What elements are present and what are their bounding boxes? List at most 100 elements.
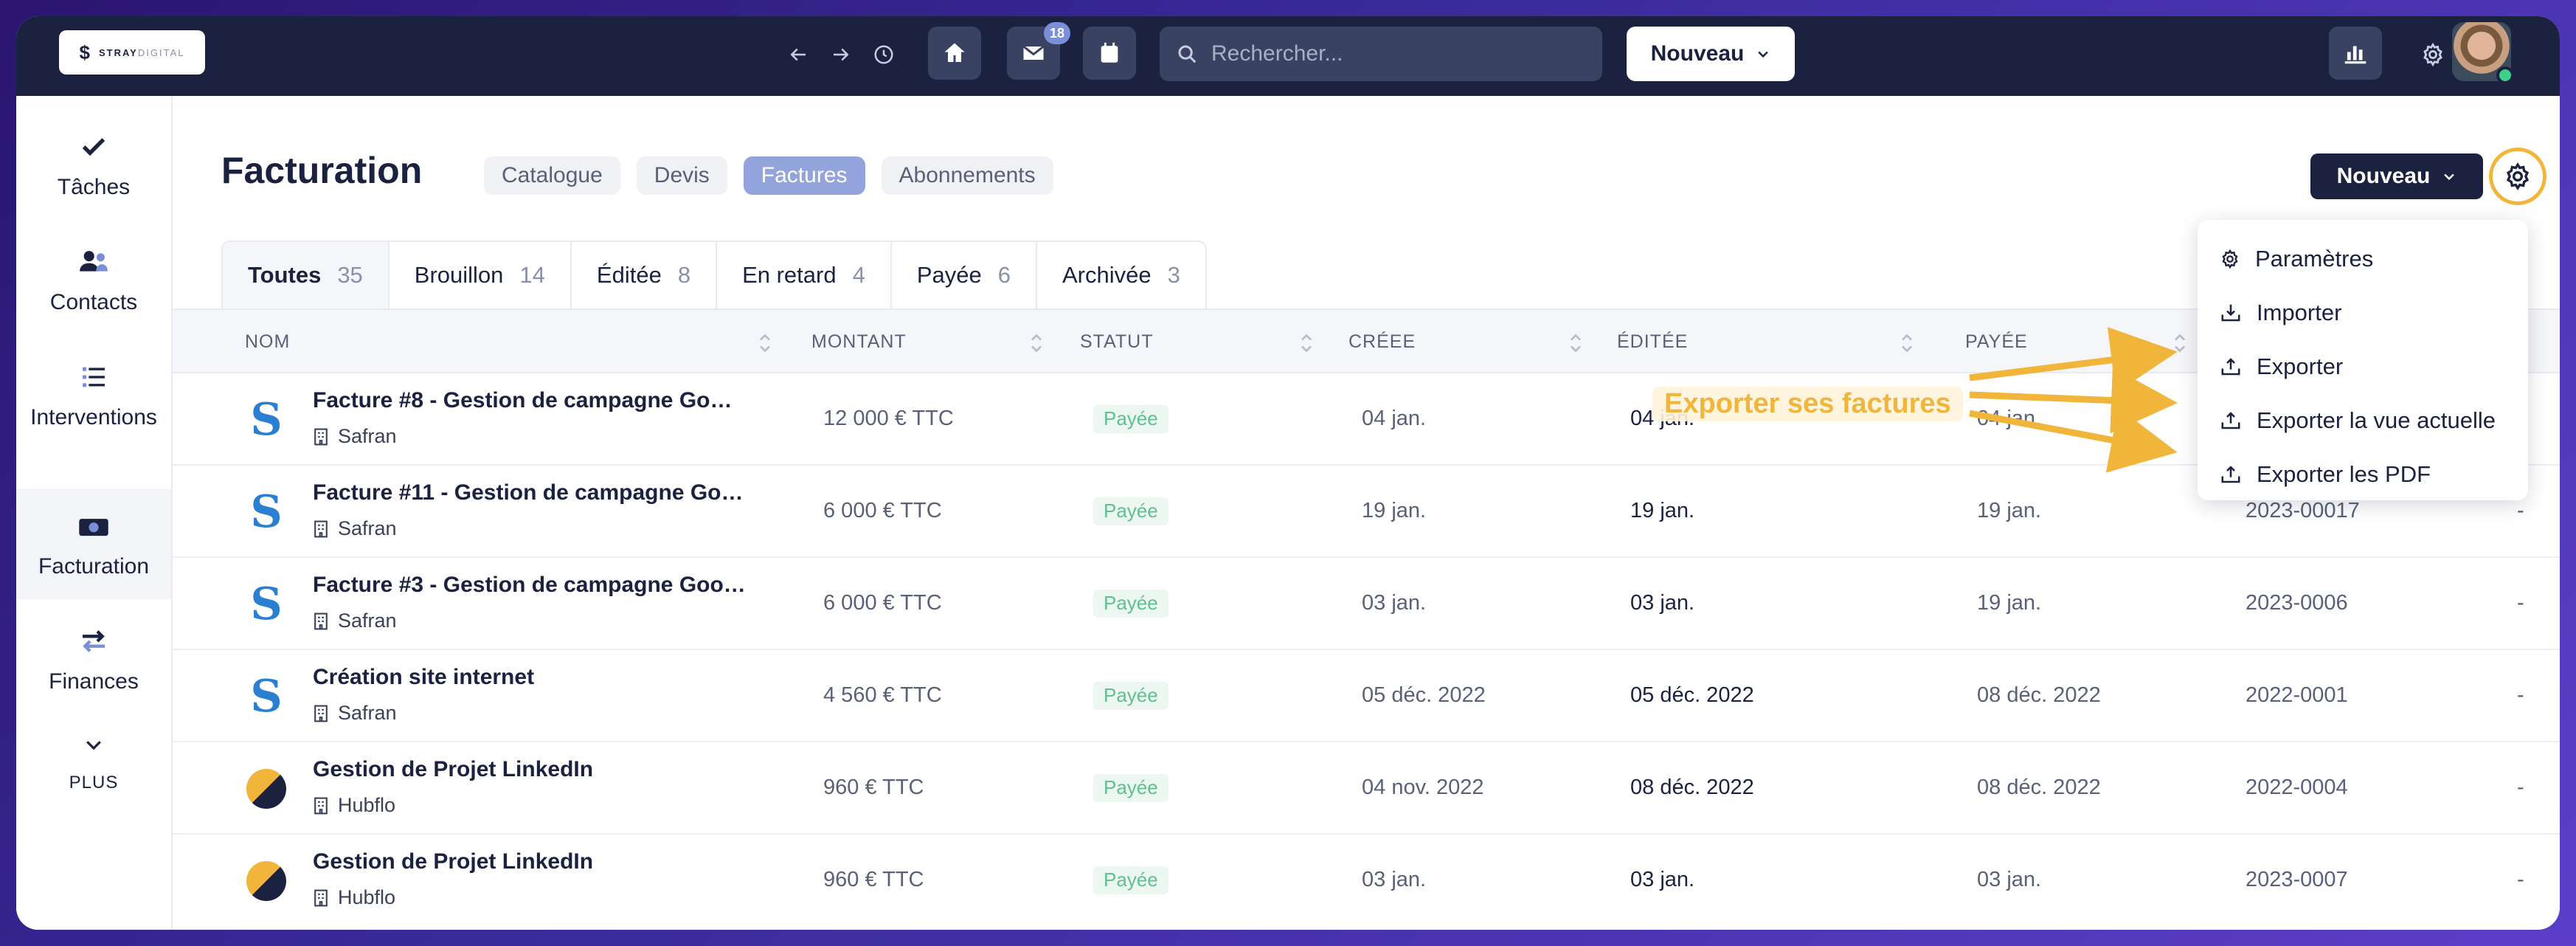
tab-catalogue[interactable]: Catalogue — [484, 156, 620, 195]
table-row[interactable]: S Création site internet Safran 4 560 € … — [173, 650, 2560, 742]
building-icon — [314, 520, 328, 537]
history-icon[interactable] — [868, 38, 900, 71]
table-row[interactable]: Gestion de Projet LinkedIn Hubflo 960 € … — [173, 835, 2560, 927]
export-icon — [2221, 411, 2240, 429]
sidebar-item-label: Interventions — [30, 405, 157, 429]
menu-item-exporter-pdf[interactable]: Exporter les PDF — [2198, 447, 2528, 501]
sidebar-item-contacts[interactable]: Contacts — [16, 224, 171, 335]
paid-cell: 19 jan. — [1977, 499, 2042, 522]
invoice-name[interactable]: Facture #3 - Gestion de campagne Goo… — [313, 573, 746, 598]
filter-editee[interactable]: Éditée 8 — [571, 242, 718, 308]
sort-icon[interactable] — [1030, 332, 1043, 354]
filter-label: Archivée — [1062, 262, 1152, 288]
sort-icon[interactable] — [758, 332, 772, 354]
building-icon — [314, 612, 328, 629]
tab-abonnements[interactable]: Abonnements — [881, 156, 1053, 195]
forward-arrow-icon[interactable] — [825, 38, 857, 71]
filter-archivee[interactable]: Archivée 3 — [1036, 242, 1205, 308]
paid-cell: 08 déc. 2022 — [1977, 776, 2101, 799]
sidebar-item-interventions[interactable]: Interventions — [16, 339, 171, 450]
extra-cell: - — [2517, 683, 2524, 707]
sidebar: Tâches Contacts Interventions Facturatio… — [16, 96, 173, 930]
sort-icon[interactable] — [1900, 332, 1914, 354]
column-header-montant[interactable]: MONTANT — [811, 310, 907, 373]
amount-cell: 6 000 € TTC — [823, 499, 942, 522]
column-header-creee[interactable]: CRÉEE — [1348, 310, 1416, 373]
invoice-name[interactable]: Création site internet — [313, 665, 534, 690]
client-logo: S — [246, 671, 286, 722]
created-cell: 04 jan. — [1362, 407, 1427, 430]
invoice-name[interactable]: Gestion de Projet LinkedIn — [313, 757, 593, 782]
logo-text: STRAYDIGITAL — [98, 46, 185, 58]
sort-icon[interactable] — [1300, 332, 1313, 354]
messages-button[interactable]: 18 — [1007, 22, 1070, 80]
column-header-statut[interactable]: STATUT — [1080, 310, 1154, 373]
chevron-down-icon — [1758, 51, 1769, 58]
paid-cell: 19 jan. — [1977, 591, 2042, 615]
paid-cell: 04 jan. — [1977, 407, 2042, 430]
reference-cell: 2023-0006 — [2246, 591, 2348, 615]
extra-cell: - — [2517, 776, 2524, 799]
menu-item-exporter-vue[interactable]: Exporter la vue actuelle — [2198, 393, 2528, 447]
sidebar-item-label: Tâches — [57, 175, 131, 199]
chevron-down-icon — [2444, 173, 2455, 181]
table-row[interactable]: Gestion de Projet LinkedIn Hubflo 960 € … — [173, 742, 2560, 835]
client-logo — [246, 769, 286, 809]
sidebar-item-plus[interactable]: PLUS — [16, 708, 171, 812]
tab-devis[interactable]: Devis — [636, 156, 727, 195]
user-avatar[interactable] — [2452, 22, 2514, 84]
building-icon — [314, 797, 328, 814]
list-icon — [76, 359, 111, 395]
client-name: Hubflo — [313, 886, 395, 909]
gear-icon[interactable] — [2417, 38, 2449, 71]
filter-brouillon[interactable]: Brouillon 14 — [389, 242, 572, 308]
invoice-icon — [76, 508, 111, 544]
stats-icon — [2344, 46, 2366, 64]
status-cell: Payée — [1093, 466, 1168, 556]
table-row[interactable]: S Facture #3 - Gestion de campagne Goo… … — [173, 558, 2560, 650]
top-new-label: Nouveau — [1650, 41, 1745, 66]
column-header-editee[interactable]: ÉDITÉE — [1617, 310, 1688, 373]
calendar-button[interactable] — [1083, 27, 1136, 80]
created-cell: 03 jan. — [1362, 591, 1427, 615]
filter-toutes[interactable]: Toutes 35 — [223, 242, 389, 308]
sort-icon[interactable] — [1569, 332, 1582, 354]
menu-item-exporter[interactable]: Exporter — [2198, 339, 2528, 393]
amount-cell: 12 000 € TTC — [823, 407, 954, 430]
back-arrow-icon[interactable] — [782, 38, 814, 71]
building-icon — [314, 889, 328, 906]
search-bar[interactable] — [1160, 27, 1602, 81]
new-invoice-button[interactable]: Nouveau — [2310, 153, 2483, 199]
menu-item-label: Paramètres — [2255, 245, 2374, 272]
filter-en-retard[interactable]: En retard 4 — [717, 242, 892, 308]
sidebar-item-taches[interactable]: Tâches — [16, 109, 171, 220]
edited-cell: 03 jan. — [1630, 868, 1695, 891]
menu-item-importer[interactable]: Importer — [2198, 286, 2528, 339]
column-header-payee[interactable]: PAYÉE — [1965, 310, 2028, 373]
app-logo[interactable]: $ STRAYDIGITAL — [59, 30, 205, 75]
export-icon — [2221, 465, 2240, 483]
settings-button[interactable] — [2489, 148, 2546, 205]
filter-label: Brouillon — [414, 262, 504, 288]
invoice-name[interactable]: Facture #11 - Gestion de campagne Go… — [313, 480, 744, 505]
sort-icon[interactable] — [2173, 332, 2187, 354]
tab-factures[interactable]: Factures — [743, 156, 865, 195]
sidebar-item-facturation[interactable]: Facturation — [16, 488, 171, 599]
client-name: Safran — [313, 702, 397, 725]
sidebar-item-finances[interactable]: Finances — [16, 604, 171, 714]
menu-item-label: Exporter les PDF — [2257, 460, 2431, 487]
search-input[interactable] — [1211, 41, 1565, 66]
import-icon — [2221, 304, 2240, 321]
home-button[interactable] — [928, 27, 981, 80]
filter-payee[interactable]: Payée 6 — [891, 242, 1037, 308]
menu-item-parametres[interactable]: Paramètres — [2198, 232, 2528, 286]
invoice-name[interactable]: Facture #8 - Gestion de campagne Go… — [313, 388, 732, 413]
top-new-button[interactable]: Nouveau — [1627, 27, 1795, 81]
column-header-nom[interactable]: NOM — [245, 310, 290, 373]
created-cell: 19 jan. — [1362, 499, 1427, 522]
annotation-label: Exporter ses factures — [1652, 387, 1963, 421]
stats-button[interactable] — [2329, 27, 2382, 80]
extra-cell: - — [2517, 591, 2524, 615]
invoice-name[interactable]: Gestion de Projet LinkedIn — [313, 849, 593, 874]
client-logo: S — [246, 486, 286, 538]
